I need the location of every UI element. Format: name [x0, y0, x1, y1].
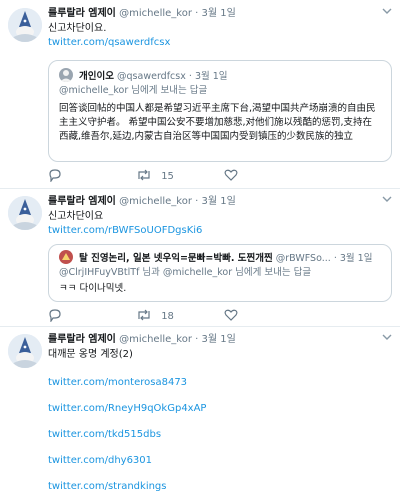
reply-icon [49, 309, 61, 323]
tweet-link[interactable]: twitter.com/dhy6301 [48, 454, 152, 468]
quoted-text: ㅋㅋ 다이나믹넷. [59, 283, 127, 294]
quoted-header: 개인이오 @qsawerdfcsx · 3월 1일 [59, 68, 381, 84]
quoted-author-name[interactable]: 탈 진영논리, 일본 넷우익=문빠=박빠. 도찐개찐 [79, 253, 273, 264]
timestamp[interactable]: 3월 1일 [202, 8, 236, 19]
like-icon [224, 309, 238, 321]
quoted-avatar [59, 68, 73, 82]
retweet-icon [138, 169, 150, 181]
quoted-author-handle[interactable]: @rBWFSo... [276, 253, 331, 264]
tweet-header: 룰루랄라 엠제이 @michelle_kor · 3월 1일 [48, 332, 392, 348]
reply-icon [49, 169, 61, 183]
tweet-text: 신고차단이요 [48, 211, 104, 222]
like-button[interactable] [224, 308, 244, 324]
quoted-author-handle[interactable]: @qsawerdfcsx [117, 71, 186, 82]
separator-dot: · [333, 253, 337, 264]
reply-button[interactable] [48, 308, 68, 324]
retweet-count: 15 [161, 171, 174, 182]
caret-down-icon[interactable] [382, 332, 392, 348]
retweet-count: 18 [161, 311, 174, 322]
tweet-link[interactable]: twitter.com/strandkings [48, 480, 167, 494]
author-name[interactable]: 룰루랄라 엠제이 [48, 334, 116, 345]
reply-button[interactable] [48, 168, 68, 184]
avatar[interactable] [8, 196, 42, 230]
quoted-text: 回答谈回帖的中国人都是希望习近平主席下台,渴望中国共产场崩溃的自由民主主义守护者… [59, 103, 376, 142]
author-handle[interactable]: @michelle_kor [119, 8, 192, 19]
timestamp[interactable]: 3월 1일 [202, 196, 236, 207]
reply-context: @ClrjIHFuyVBtlTf 님과 @michelle_kor 님에게 보내… [59, 267, 312, 278]
retweet-button[interactable]: 15 [136, 168, 174, 184]
tweet-actions: 18 [48, 308, 348, 324]
tweet-link[interactable]: twitter.com/RneyH9qOkGp4xAP [48, 402, 206, 416]
avatar[interactable] [8, 8, 42, 42]
quoted-timestamp: 3월 1일 [194, 71, 228, 82]
like-button[interactable] [224, 168, 244, 184]
caret-down-icon[interactable] [382, 6, 392, 22]
quoted-avatar [59, 250, 73, 264]
tweet-link[interactable]: twitter.com/rBWFSoUOFDgsKi6 [48, 224, 202, 238]
avatar[interactable] [8, 334, 42, 368]
quoted-author-name[interactable]: 개인이오 [79, 71, 114, 82]
separator-dot: · [195, 334, 199, 345]
author-handle[interactable]: @michelle_kor [119, 196, 192, 207]
tweet-1[interactable]: 룰루랄라 엠제이 @michelle_kor · 3월 1일 신고차단이요. t… [0, 0, 400, 189]
tweet-3[interactable]: 룰루랄라 엠제이 @michelle_kor · 3월 1일 대깨문 옹명 계정… [0, 326, 400, 500]
tweet-actions: 15 [48, 168, 348, 184]
tweet-header: 룰루랄라 엠제이 @michelle_kor · 3월 1일 [48, 194, 392, 210]
tweet-text: 신고차단이요. [48, 23, 107, 34]
tweet-text: 대깨문 옹명 계정(2) [48, 349, 133, 360]
author-handle[interactable]: @michelle_kor [119, 334, 192, 345]
separator-dot: · [195, 196, 199, 207]
tweet-link[interactable]: twitter.com/monterosa8473 [48, 376, 187, 390]
tweet-link[interactable]: twitter.com/qsawerdfcsx [48, 36, 170, 50]
author-name[interactable]: 룰루랄라 엠제이 [48, 8, 116, 19]
quoted-timestamp: 3월 1일 [339, 253, 373, 264]
quoted-tweet[interactable]: 개인이오 @qsawerdfcsx · 3월 1일 @michelle_kor … [48, 60, 392, 162]
timestamp[interactable]: 3월 1일 [202, 334, 236, 345]
quoted-header: 탈 진영논리, 일본 넷우익=문빠=박빠. 도찐개찐 @rBWFSo... · … [59, 250, 381, 266]
quoted-tweet[interactable]: 탈 진영논리, 일본 넷우익=문빠=박빠. 도찐개찐 @rBWFSo... · … [48, 244, 392, 302]
caret-down-icon[interactable] [382, 194, 392, 210]
tweet-link[interactable]: twitter.com/tkd515dbs [48, 428, 161, 442]
tweet-2[interactable]: 룰루랄라 엠제이 @michelle_kor · 3월 1일 신고차단이요 tw… [0, 188, 400, 327]
retweet-icon [138, 309, 150, 321]
retweet-button[interactable]: 18 [136, 308, 174, 324]
reply-context: @michelle_kor 님에게 보내는 답글 [59, 85, 208, 96]
tweet-header: 룰루랄라 엠제이 @michelle_kor · 3월 1일 [48, 6, 392, 22]
author-name[interactable]: 룰루랄라 엠제이 [48, 196, 116, 207]
separator-dot: · [195, 8, 199, 19]
like-icon [224, 169, 238, 181]
separator-dot: · [188, 71, 192, 82]
